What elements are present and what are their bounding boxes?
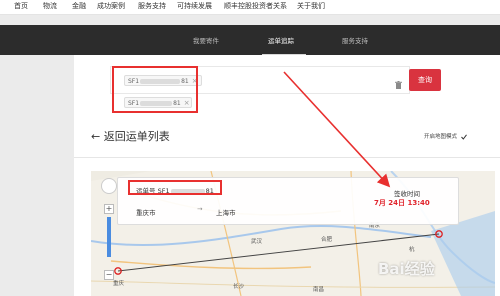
compass-icon[interactable]: [101, 178, 117, 194]
map-mode-label: 开启地图模式: [424, 134, 458, 140]
tab-track[interactable]: 运单追踪: [268, 35, 294, 45]
zoom-control: + −: [101, 178, 117, 296]
zoom-in-button[interactable]: +: [104, 204, 114, 214]
watermark: Bai经验: [378, 260, 435, 278]
map-label: 南昌: [313, 287, 325, 293]
back-link-label: 返回运单列表: [103, 130, 170, 143]
sign-time-value: 7月 24日 13:40: [374, 199, 430, 207]
query-button[interactable]: 查询: [409, 69, 441, 91]
back-arrow-icon: ←: [91, 130, 101, 143]
top-nav-item-cases[interactable]: 成功案例: [97, 1, 125, 11]
map-label: 杭: [409, 247, 415, 253]
annotation-box-waybill: [128, 180, 222, 195]
top-nav-item-sustainability[interactable]: 可持续发展: [177, 1, 212, 11]
top-nav: 首页 物流 金融 成功案例 服务支持 可持续发展 顺丰控股投资者关系 关于我们: [0, 0, 500, 15]
annotation-box-chips: [112, 66, 198, 113]
trash-icon[interactable]: [395, 74, 402, 89]
map-mode-toggle[interactable]: 开启地图模式: [424, 132, 467, 140]
tab-service[interactable]: 服务支持: [342, 35, 368, 45]
top-nav-item-logistics[interactable]: 物流: [43, 1, 57, 11]
top-nav-item-home[interactable]: 首页: [14, 1, 28, 11]
from-city: 重庆市: [136, 209, 156, 217]
back-link[interactable]: ← 返回运单列表: [91, 128, 170, 144]
tab-send[interactable]: 我要寄件: [193, 35, 219, 45]
zoom-out-button[interactable]: −: [104, 270, 114, 280]
map-label: 长沙: [233, 284, 245, 290]
divider: [74, 157, 500, 158]
top-nav-item-about[interactable]: 关于我们: [297, 1, 325, 11]
checkbox-checked-icon[interactable]: [460, 133, 467, 140]
to-city: 上海市: [216, 209, 236, 217]
route-arrow-icon: →: [197, 205, 203, 213]
top-nav-item-finance[interactable]: 金融: [72, 1, 86, 11]
sub-nav: 我要寄件 运单追踪 服务支持: [0, 25, 500, 55]
top-nav-item-service[interactable]: 服务支持: [138, 1, 166, 11]
sign-time-label: 签收时间: [394, 190, 420, 198]
top-nav-item-investor[interactable]: 顺丰控股投资者关系: [224, 1, 287, 11]
map-label: 合肥: [321, 237, 333, 243]
zoom-slider[interactable]: [107, 217, 111, 257]
map-label: 武汉: [251, 239, 263, 245]
